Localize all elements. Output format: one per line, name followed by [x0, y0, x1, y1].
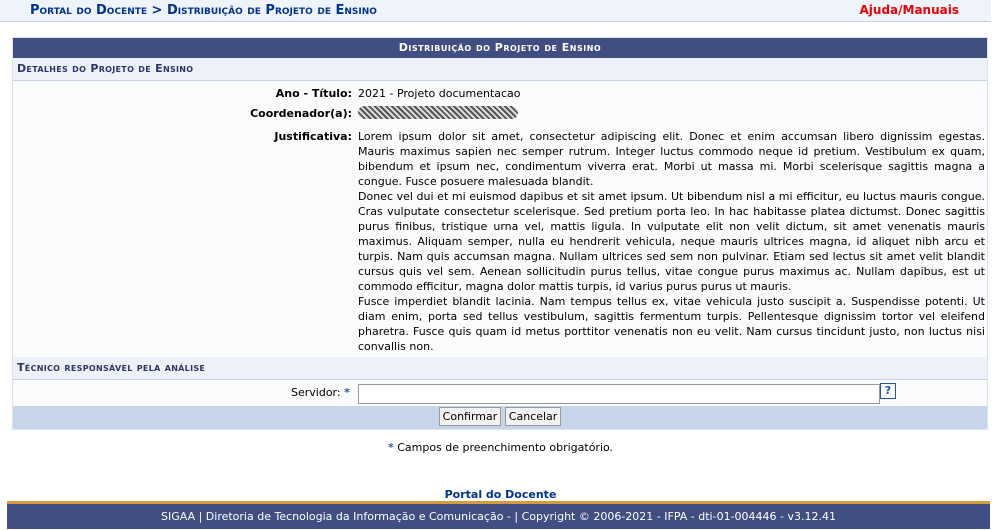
cancel-button[interactable]: Cancelar — [504, 407, 562, 426]
help-link[interactable]: Ajuda/Manuais — [860, 3, 960, 17]
footer: SIGAA | Diretoria de Tecnologia da Infor… — [7, 501, 990, 529]
justificativa-text: Lorem ipsum dolor sit amet, consectetur … — [358, 129, 985, 354]
tecnico-section-title: Técnico responsável pela análise — [13, 357, 987, 380]
servidor-label: Servidor: — [291, 386, 341, 399]
details-section-title: Detalhes do Projeto de Ensino — [13, 58, 987, 81]
ano-label: Ano - Título: — [275, 87, 352, 100]
paragraph: Lorem ipsum dolor sit amet, consectetur … — [358, 130, 985, 188]
servidor-input[interactable] — [358, 384, 880, 404]
redacted-name — [358, 106, 518, 119]
paragraph: Fusce imperdiet blandit lacinia. Nam tem… — [358, 295, 985, 353]
paragraph: Donec vel dui et mi euismod dapibus et s… — [358, 190, 985, 293]
distribution-form: Distribuição do Projeto de Ensino Detalh… — [12, 37, 988, 430]
required-icon: * — [344, 386, 350, 399]
confirm-button[interactable]: Confirmar — [438, 407, 502, 426]
required-note: Campos de preenchimento obrigatório. — [397, 441, 614, 454]
portal-link[interactable]: Portal do Docente — [445, 488, 557, 501]
top-bar: Portal do Docente > Distribuição de Proj… — [0, 0, 991, 22]
help-icon[interactable]: ? — [880, 383, 896, 399]
breadcrumb: Portal do Docente > Distribuição de Proj… — [30, 3, 377, 18]
ano-value: 2021 - Projeto documentacao — [358, 87, 521, 100]
coordenador-label: Coordenador(a): — [250, 107, 352, 120]
justificativa-label: Justificativa: — [274, 130, 352, 143]
form-caption: Distribuição do Projeto de Ensino — [13, 38, 987, 58]
required-icon: * — [387, 441, 394, 454]
